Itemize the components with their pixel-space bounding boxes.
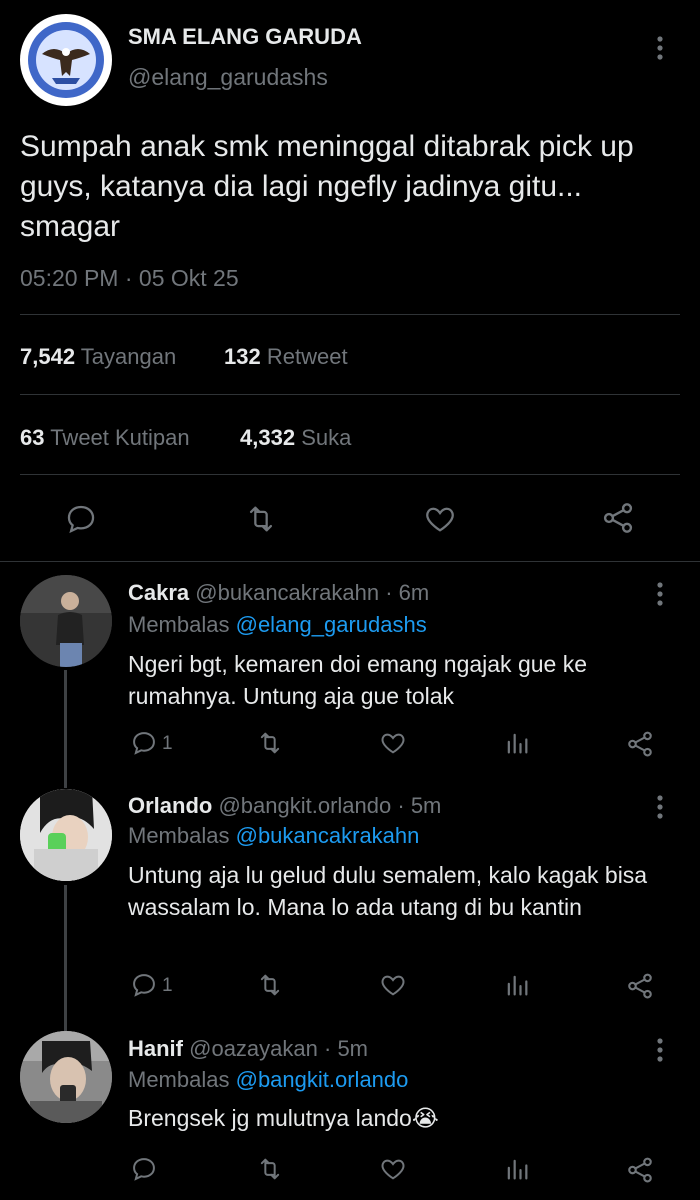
divider xyxy=(20,394,680,395)
replying-to: Membalas @bukancakrakahn xyxy=(128,823,419,849)
retweet-icon[interactable] xyxy=(255,1155,285,1183)
reply-avatar[interactable] xyxy=(20,1031,112,1123)
tweet-date: 05 Okt 25 xyxy=(138,265,239,291)
more-options-icon[interactable] xyxy=(648,1036,672,1064)
quotes-label: Tweet Kutipan xyxy=(50,425,190,450)
reply-text: Brengsek jg mulutnya lando😭 xyxy=(128,1105,439,1131)
replying-to-label: Membalas xyxy=(128,823,230,848)
retweets-label: Retweet xyxy=(266,344,348,369)
like-icon[interactable] xyxy=(378,1155,408,1183)
reply-author-name[interactable]: Cakra xyxy=(128,580,189,605)
like-icon[interactable] xyxy=(378,971,408,999)
replying-to: Membalas @bangkit.orlando xyxy=(128,1067,408,1093)
thread-connector xyxy=(64,885,67,1031)
like-icon[interactable] xyxy=(422,502,458,536)
replying-to: Membalas @elang_garudashs xyxy=(128,612,427,638)
analytics-icon[interactable] xyxy=(503,1155,531,1183)
reply-author-name[interactable]: Hanif xyxy=(128,1036,183,1061)
views-label: Tayangan xyxy=(80,344,177,369)
tweet-time: 05:20 PM xyxy=(20,265,119,291)
divider xyxy=(0,561,700,562)
replying-to-handle[interactable]: @bangkit.orlando xyxy=(236,1067,409,1092)
reply-header: Cakra @bukancakrakahn · 6m xyxy=(128,580,429,606)
analytics-icon[interactable] xyxy=(503,729,531,757)
like-icon[interactable] xyxy=(378,729,408,757)
views-count: 7,542 xyxy=(20,344,76,369)
reply-icon[interactable] xyxy=(64,502,98,536)
school-logo xyxy=(22,16,110,104)
reply-time: · 6m xyxy=(385,580,430,605)
reply-author-handle[interactable]: @bangkit.orlando xyxy=(218,793,391,818)
share-icon[interactable] xyxy=(600,500,636,536)
reply-time: · 5m xyxy=(397,793,442,818)
reply-author-name[interactable]: Orlando xyxy=(128,793,212,818)
tweet-text: Sumpah anak smk meninggal ditabrak pick … xyxy=(20,130,634,243)
tweet-timestamp[interactable]: 05:20 PM · 05 Okt 25 xyxy=(20,265,239,292)
reply-author-handle[interactable]: @oazayakan xyxy=(189,1036,318,1061)
reply-text: Ngeri bgt, kemaren doi emang ngajak gue … xyxy=(128,651,588,709)
user-photo xyxy=(20,575,112,667)
retweets-stat[interactable]: 132 Retweet xyxy=(224,344,348,370)
reply-header: Orlando @bangkit.orlando · 5m xyxy=(128,793,441,819)
replying-to-label: Membalas xyxy=(128,1067,230,1092)
replying-to-handle[interactable]: @elang_garudashs xyxy=(236,612,427,637)
account-name[interactable]: SMA ELANG GARUDA xyxy=(128,24,362,50)
likes-count: 4,332 xyxy=(240,425,296,450)
reply-author-handle[interactable]: @bukancakrakahn xyxy=(195,580,379,605)
likes-label: Suka xyxy=(301,425,352,450)
thread-connector xyxy=(64,670,67,788)
account-avatar[interactable] xyxy=(20,14,112,106)
reply-icon[interactable] xyxy=(130,729,158,757)
likes-stat[interactable]: 4,332 Suka xyxy=(240,425,351,451)
reply-avatar[interactable] xyxy=(20,575,112,667)
reply-icon[interactable] xyxy=(130,1155,158,1183)
views-stat[interactable]: 7,542 Tayangan xyxy=(20,344,176,370)
user-photo xyxy=(20,789,112,881)
more-options-icon[interactable] xyxy=(648,793,672,821)
user-photo xyxy=(20,1031,112,1123)
replying-to-handle[interactable]: @bukancakrakahn xyxy=(236,823,420,848)
divider xyxy=(20,314,680,315)
replying-to-label: Membalas xyxy=(128,612,230,637)
share-icon[interactable] xyxy=(625,971,655,1001)
share-icon[interactable] xyxy=(625,729,655,759)
retweet-icon[interactable] xyxy=(255,971,285,999)
analytics-icon[interactable] xyxy=(503,971,531,999)
reply-icon[interactable] xyxy=(130,971,158,999)
more-options-icon[interactable] xyxy=(648,580,672,608)
retweet-icon[interactable] xyxy=(255,729,285,757)
more-options-icon[interactable] xyxy=(648,34,672,62)
reply-count: 1 xyxy=(162,733,173,754)
retweets-count: 132 xyxy=(224,344,261,369)
retweet-icon[interactable] xyxy=(243,502,279,536)
timestamp-separator: · xyxy=(124,265,133,291)
reply-time: · 5m xyxy=(324,1036,368,1061)
reply-avatar[interactable] xyxy=(20,789,112,881)
reply-header: Hanif @oazayakan · 5m xyxy=(128,1036,368,1062)
account-handle[interactable]: @elang_garudashs xyxy=(128,64,328,91)
reply-count: 1 xyxy=(162,975,173,996)
quotes-stat[interactable]: 63 Tweet Kutipan xyxy=(20,425,190,451)
quotes-count: 63 xyxy=(20,425,45,450)
reply-text: Untung aja lu gelud dulu semalem, kalo k… xyxy=(128,862,648,920)
share-icon[interactable] xyxy=(625,1155,655,1185)
divider xyxy=(20,474,680,475)
